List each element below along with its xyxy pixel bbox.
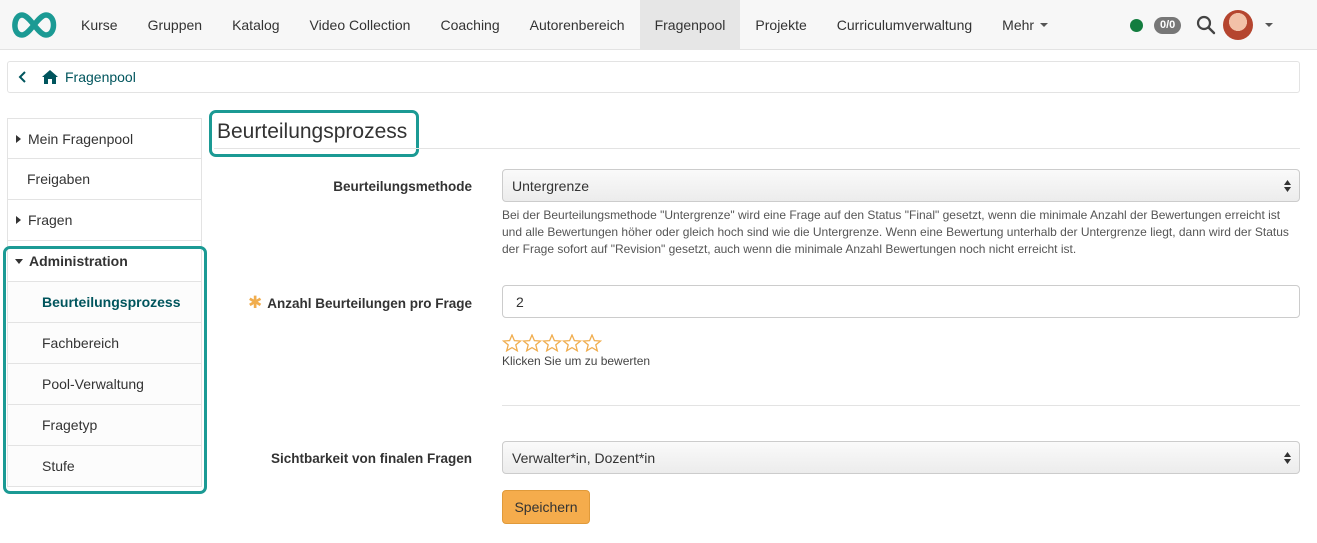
caret-right-icon bbox=[16, 134, 21, 143]
nav-item-label: Mehr bbox=[1002, 17, 1035, 33]
online-status-icon[interactable] bbox=[1130, 18, 1143, 32]
visibility-label: Sichtbarkeit von finalen Fragen bbox=[270, 451, 472, 466]
count-input[interactable]: 2 bbox=[502, 285, 1300, 318]
chevron-down-icon bbox=[1040, 23, 1049, 27]
sidebar-item-administration[interactable]: Administration bbox=[7, 241, 202, 282]
sidebar-item-label: Administration bbox=[29, 253, 128, 269]
sidebar-item-label: Freigaben bbox=[27, 171, 91, 187]
star-rating bbox=[502, 334, 602, 352]
count-label: Anzahl Beurteilungen pro Frage bbox=[267, 295, 472, 311]
nav-item-label: Curriculumverwaltung bbox=[836, 17, 973, 33]
sidebar-item-label: Fragen bbox=[28, 212, 73, 228]
sidebar-item-label: Stufe bbox=[42, 458, 75, 474]
sidebar-item-beurteilungsprozess[interactable]: Beurteilungsprozess bbox=[7, 282, 202, 323]
rating-hint: Klicken Sie um zu bewerten bbox=[502, 354, 651, 368]
sidebar-item-fragetyp[interactable]: Fragetyp bbox=[7, 405, 202, 446]
visibility-select-value: Verwalter*in, Dozent*in bbox=[512, 449, 656, 466]
nav-item-curriculumverwaltung[interactable]: Curriculumverwaltung bbox=[822, 0, 987, 50]
sidebar-menu: Mein Fragenpool Freigaben Fragen Administra… bbox=[7, 118, 202, 487]
visibility-select[interactable]: Verwalter*in, Dozent*in bbox=[502, 441, 1300, 474]
nav-item-video-collection[interactable]: Video Collection bbox=[295, 0, 426, 50]
sidebar-item-label: Fragetyp bbox=[42, 417, 98, 433]
nav-item-coaching[interactable]: Coaching bbox=[425, 0, 514, 50]
select-arrows-icon bbox=[1284, 452, 1291, 464]
method-label: Beurteilungsmethode bbox=[333, 179, 472, 194]
sidebar-item-label: Pool-Verwaltung bbox=[42, 376, 144, 392]
caret-right-icon bbox=[16, 216, 21, 224]
title-divider bbox=[214, 148, 1300, 149]
sidebar-item-freigaben[interactable]: Freigaben bbox=[7, 159, 202, 200]
method-select-value: Untergrenze bbox=[512, 177, 590, 194]
select-arrows-icon bbox=[1284, 180, 1291, 192]
nav-item-kurse[interactable]: Kurse bbox=[66, 0, 133, 50]
star-icon[interactable] bbox=[522, 334, 542, 352]
nav-item-projekte[interactable]: Projekte bbox=[740, 0, 821, 50]
nav-item-gruppen[interactable]: Gruppen bbox=[133, 0, 217, 50]
nav-item-katalog[interactable]: Katalog bbox=[217, 0, 294, 50]
user-avatar[interactable] bbox=[1223, 10, 1254, 40]
nav-item-label: Gruppen bbox=[147, 17, 203, 33]
top-navigation: Kurse Gruppen Katalog Video Collection Coach… bbox=[0, 0, 1317, 50]
sidebar-item-label: Beurteilungsprozess bbox=[42, 294, 181, 310]
nav-item-label: Video Collection bbox=[309, 17, 411, 33]
caret-down-icon bbox=[15, 258, 23, 264]
nav-item-fragenpool[interactable]: Fragenpool bbox=[639, 0, 741, 50]
sidebar-item-label: Mein Fragenpool bbox=[28, 130, 134, 147]
logo-icon[interactable] bbox=[8, 10, 60, 40]
main-menu: Kurse Gruppen Katalog Video Collection Coach… bbox=[66, 0, 1063, 50]
nav-right-tools: 0/0 bbox=[1130, 0, 1274, 50]
sidebar-item-fachbereich[interactable]: Fachbereich bbox=[7, 323, 202, 364]
nav-item-label: Projekte bbox=[755, 17, 807, 33]
method-select[interactable]: Untergrenze bbox=[502, 169, 1300, 202]
breadcrumb-link-fragenpool[interactable]: Fragenpool bbox=[65, 69, 136, 85]
notification-badge[interactable]: 0/0 bbox=[1154, 16, 1182, 34]
star-icon[interactable] bbox=[542, 334, 562, 352]
star-icon[interactable] bbox=[582, 334, 602, 352]
nav-item-label: Autorenbereich bbox=[529, 17, 625, 33]
required-star-icon: ✱ bbox=[247, 293, 263, 312]
star-icon[interactable] bbox=[502, 334, 522, 352]
nav-item-mehr[interactable]: Mehr bbox=[987, 0, 1063, 50]
user-menu-chevron-down-icon[interactable] bbox=[1265, 23, 1274, 27]
nav-item-label: Kurse bbox=[81, 17, 118, 33]
star-icon[interactable] bbox=[562, 334, 582, 352]
nav-item-autorenbereich[interactable]: Autorenbereich bbox=[515, 0, 640, 50]
home-icon[interactable] bbox=[42, 70, 58, 84]
sidebar-item-stufe[interactable]: Stufe bbox=[7, 446, 202, 487]
count-input-value: 2 bbox=[516, 293, 524, 310]
nav-item-label: Coaching bbox=[440, 17, 500, 33]
form-divider bbox=[502, 405, 1300, 406]
sidebar-item-pool-verwaltung[interactable]: Pool-Verwaltung bbox=[7, 364, 202, 405]
breadcrumb: Fragenpool bbox=[7, 61, 1300, 93]
back-chevron-icon[interactable] bbox=[18, 71, 28, 83]
sidebar-item-label: Fachbereich bbox=[42, 335, 120, 351]
method-help-text: Bei der Beurteilungsmethode "Untergrenze… bbox=[502, 208, 1289, 256]
count-label-row: ✱ Anzahl Beurteilungen pro Frage bbox=[248, 293, 472, 313]
save-button[interactable]: Speichern bbox=[502, 490, 590, 524]
search-icon[interactable] bbox=[1195, 14, 1217, 36]
sidebar-item-fragen[interactable]: Fragen bbox=[7, 200, 202, 241]
sidebar-item-mein-fragenpool[interactable]: Mein Fragenpool bbox=[7, 118, 202, 159]
nav-item-label: Katalog bbox=[232, 17, 280, 33]
page-title: Beurteilungsprozess bbox=[217, 120, 408, 143]
nav-item-label: Fragenpool bbox=[654, 17, 726, 33]
